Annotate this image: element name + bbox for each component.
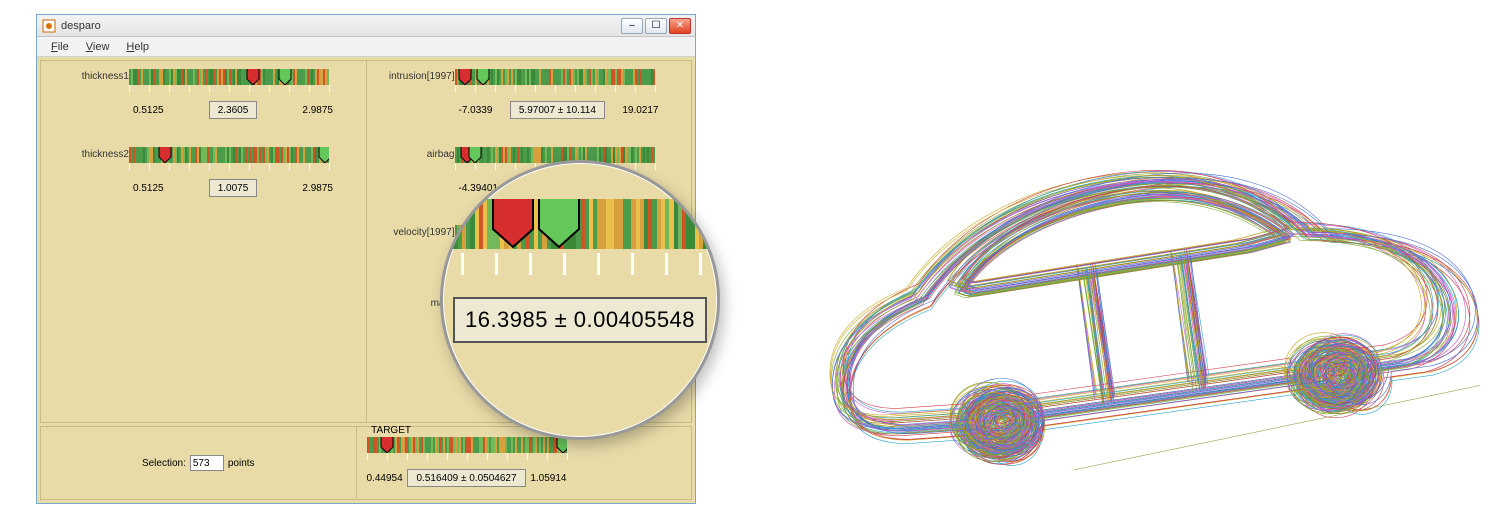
- target-panel: TARGET 0.44954 0.516409 ± 0.0504627 1.0591…: [357, 427, 692, 499]
- target-label: TARGET: [371, 425, 411, 436]
- target-slider[interactable]: [367, 437, 567, 463]
- menubar: File View Help: [37, 37, 695, 57]
- maximize-button[interactable]: ☐: [645, 18, 667, 34]
- max-value: 2.9875: [302, 105, 333, 116]
- app-icon: [41, 18, 57, 34]
- param-label: thickness1: [51, 69, 129, 82]
- min-value: -7.0339: [459, 105, 493, 116]
- window-controls: ‒ ☐ ✕: [621, 18, 691, 34]
- target-min: 0.44954: [367, 473, 403, 484]
- minimize-button[interactable]: ‒: [621, 18, 643, 34]
- titlebar[interactable]: desparo ‒ ☐ ✕: [37, 15, 695, 37]
- selection-panel: Selection: points: [41, 427, 357, 499]
- red-handle[interactable]: [246, 69, 260, 85]
- red-handle[interactable]: [380, 437, 394, 453]
- green-handle[interactable]: [476, 69, 490, 85]
- magnified-green-handle: [537, 199, 581, 249]
- window-title: desparo: [61, 20, 621, 32]
- magnified-value-box: 16.3985 ± 0.00405548: [453, 297, 707, 343]
- menu-file[interactable]: File: [43, 39, 77, 55]
- param-thickness2: thickness2 0.5125 1.0075 2.9875: [51, 147, 356, 197]
- menu-help[interactable]: Help: [118, 39, 157, 55]
- selection-points-label: points: [228, 458, 255, 469]
- min-value: 0.5125: [133, 183, 164, 194]
- param-label: velocity[1997]: [377, 225, 455, 238]
- param-label: thickness2: [51, 147, 129, 160]
- column-left: thickness1 0.5125 2.3605 2.9875 thickness2 0.…: [41, 61, 367, 422]
- green-handle[interactable]: [556, 437, 567, 453]
- close-button[interactable]: ✕: [669, 18, 691, 34]
- param-label: airbag: [377, 147, 455, 160]
- selection-label: Selection:: [142, 458, 186, 469]
- param-thickness1: thickness1 0.5125 2.3605 2.9875: [51, 69, 356, 119]
- red-handle[interactable]: [158, 147, 172, 163]
- green-handle[interactable]: [278, 69, 292, 85]
- max-value: 2.9875: [302, 183, 333, 194]
- value-box[interactable]: 1.0075: [209, 179, 258, 197]
- max-value: 19.0217: [622, 105, 658, 116]
- target-value-box[interactable]: 0.516409 ± 0.0504627: [407, 469, 525, 487]
- min-value: 0.5125: [133, 105, 164, 116]
- red-handle[interactable]: [458, 69, 472, 85]
- param-slider[interactable]: [129, 147, 329, 173]
- magnified-red-handle: [491, 199, 535, 249]
- car-wireframe-visualization: [760, 30, 1480, 470]
- param-intrusion-1997-: intrusion[1997] -7.0339 5.97007 ± 10.114 19…: [377, 69, 682, 119]
- magnified-ticks: [453, 253, 707, 279]
- menu-view[interactable]: View: [78, 39, 118, 55]
- green-handle[interactable]: [468, 147, 482, 163]
- selection-input[interactable]: [190, 455, 224, 471]
- green-handle[interactable]: [318, 147, 329, 163]
- magnified-slider-bar: [453, 199, 707, 249]
- magnifier-lens: 16.3985 ± 0.00405548: [440, 160, 720, 440]
- param-label: intrusion[1997]: [377, 69, 455, 82]
- param-slider[interactable]: [455, 69, 655, 95]
- target-max: 1.05914: [530, 473, 566, 484]
- value-box[interactable]: 5.97007 ± 10.114: [510, 101, 605, 119]
- param-slider[interactable]: [129, 69, 329, 95]
- value-box[interactable]: 2.3605: [209, 101, 258, 119]
